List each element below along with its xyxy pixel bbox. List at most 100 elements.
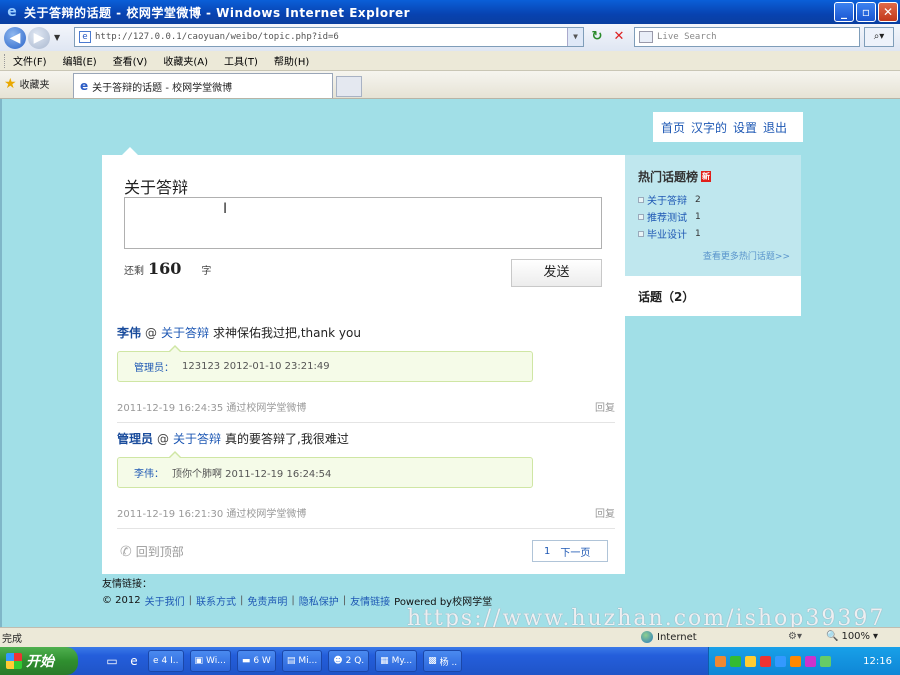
favorites-button[interactable]: ★ 收藏夹 [4, 76, 50, 92]
zoom-level: 100% [841, 631, 871, 642]
bullet-icon [638, 230, 644, 237]
protected-mode-icon[interactable]: ⚙▾ [788, 631, 802, 642]
tab-current[interactable]: e 关于答辩的话题 - 校网学堂微博 [73, 73, 333, 98]
minimize-button[interactable]: _ [834, 2, 854, 22]
post-timestamp: 2011-12-19 16:21:30 通过校网学堂微博 [117, 509, 307, 520]
reply-author[interactable]: 李伟： [134, 465, 164, 480]
ie-icon: e [153, 656, 159, 666]
zoom-control[interactable]: 🔍 100% ▾ [826, 631, 878, 642]
next-page-link[interactable]: 下一页 [560, 544, 590, 559]
start-button[interactable]: 开始 [0, 647, 78, 675]
tray-icon[interactable] [730, 655, 741, 667]
chat-icon: ▩ [428, 656, 437, 666]
hot-topic-item[interactable]: 毕业设计 1 [638, 226, 701, 241]
clock[interactable]: 12:16 [863, 656, 892, 667]
close-button[interactable]: ✕ [878, 2, 898, 22]
footer-link-disclaimer[interactable]: 免责声明 [247, 593, 287, 608]
address-url: http://127.0.0.1/caoyuan/weibo/topic.php… [95, 32, 339, 42]
tray-icon[interactable] [790, 655, 801, 667]
footer-link-about[interactable]: 关于我们 [145, 593, 185, 608]
post-author[interactable]: 管理员 [117, 430, 153, 447]
post-timestamp: 2011-12-19 16:24:35 通过校网学堂微博 [117, 403, 307, 414]
counter-suffix: 字 [201, 266, 212, 277]
tray-icon[interactable] [715, 655, 726, 667]
post-item: 李伟 @ 关于答辩 求神保佑我过把,thank you 管理员： 123123 2… [117, 324, 615, 414]
taskbar-button-office[interactable]: ▤ Mi... [281, 650, 323, 672]
window-titlebar[interactable]: e 关于答辩的话题 - 校网学堂微博 - Windows Internet Ex… [0, 0, 900, 24]
footer-link-contact[interactable]: 联系方式 [196, 593, 236, 608]
nav-home[interactable]: 首页 [661, 119, 685, 136]
pagination: 1 下一页 [532, 540, 608, 562]
nav-settings[interactable]: 设置 [733, 119, 757, 136]
tab-label: 关于答辩的话题 - 校网学堂微博 [92, 82, 233, 94]
reply-link[interactable]: 回复 [595, 399, 615, 414]
nav-username[interactable]: 汉字的 [691, 119, 727, 136]
post-topic-link[interactable]: 关于答辩 [173, 430, 221, 447]
address-field[interactable]: e http://127.0.0.1/caoyuan/weibo/topic.p… [74, 27, 584, 47]
bullet-icon [638, 196, 644, 203]
address-dropdown-icon[interactable]: ▼ [567, 28, 583, 46]
hot-topic-item[interactable]: 推荐测试 1 [638, 209, 701, 224]
footer-link-friends[interactable]: 友情链接 [350, 593, 390, 608]
reply-link[interactable]: 回复 [595, 505, 615, 520]
page-number[interactable]: 1 [544, 546, 550, 557]
maximize-button[interactable]: ▫ [856, 2, 876, 22]
menu-tools[interactable]: 工具(T) [224, 53, 258, 68]
tray-icon[interactable] [775, 655, 786, 667]
tray-icon[interactable] [820, 655, 831, 667]
back-button[interactable]: ◀ [4, 26, 26, 49]
post-text: 求神保佑我过把,thank you [213, 326, 361, 340]
compose-textarea[interactable]: I [124, 197, 602, 249]
footer-separator: | [188, 595, 193, 606]
send-button[interactable]: 发送 [511, 259, 602, 287]
show-desktop-icon[interactable]: ▭ [104, 653, 120, 669]
new-tab-button[interactable] [336, 76, 362, 97]
reply-box: 管理员： 123123 2012-01-10 23:21:49 [117, 345, 533, 382]
app-icon: ▦ [380, 656, 389, 666]
tray-icon[interactable] [805, 655, 816, 667]
tray-icon[interactable] [745, 655, 756, 667]
taskbar-button-folders[interactable]: ▬ 6 W [236, 650, 276, 672]
taskbar-button-ie[interactable]: e4 I.. [148, 650, 184, 672]
refresh-icon[interactable]: ↻ [589, 29, 605, 45]
nav-logout[interactable]: 退出 [763, 119, 787, 136]
reply-author[interactable]: 管理员： [134, 359, 174, 374]
menu-file[interactable]: 文件(F) [13, 53, 47, 68]
footer-link-privacy[interactable]: 隐私保护 [299, 593, 339, 608]
ie-quicklaunch-icon[interactable]: e [126, 653, 142, 669]
folder-icon: ▬ [241, 656, 251, 666]
hot-topic-item[interactable]: 关于答辩 2 [638, 192, 701, 207]
page-viewport: 首页 汉字的 设置 退出 关于答辩 I 还剩 160 字 发送 李伟 @ 关于答… [0, 99, 900, 627]
post-meta: 2011-12-19 16:21:30 通过校网学堂微博 回复 [117, 505, 615, 520]
taskbar-button-windows[interactable]: ▣ Wi... [189, 650, 231, 672]
taskbar-button-qq[interactable]: ☻ 2 Q. [328, 650, 370, 672]
post-at: @ [157, 432, 170, 446]
hot-topic-name: 推荐测试 [647, 213, 687, 224]
stop-icon[interactable]: ✕ [611, 29, 627, 45]
footer-separator: | [291, 595, 295, 606]
toolbar-grip [4, 53, 7, 68]
menu-edit[interactable]: 编辑(E) [63, 53, 97, 68]
more-hot-topics-link[interactable]: 查看更多热门话题>> [703, 249, 790, 262]
tray-icon[interactable] [760, 655, 771, 667]
taskbar-button-my[interactable]: ▦ My... [375, 650, 418, 672]
menu-view[interactable]: 查看(V) [113, 53, 148, 68]
forward-button[interactable]: ▶ [28, 26, 50, 49]
post-topic-link[interactable]: 关于答辩 [161, 324, 209, 341]
hot-topic-count: 1 [695, 228, 701, 239]
menu-favorites[interactable]: 收藏夹(A) [163, 53, 208, 68]
post-line: 管理员 @ 关于答辩 真的要答辩了,我很难过 [117, 430, 615, 447]
history-dropdown-icon[interactable]: ▼ [54, 33, 60, 42]
search-input[interactable]: Live Search [634, 27, 860, 47]
taskbar-button-chat[interactable]: ▩ 杨 .. [423, 650, 463, 672]
zoom-dropdown-icon: ▾ [873, 631, 879, 642]
post-author[interactable]: 李伟 [117, 324, 141, 341]
search-button[interactable]: ⌕▾ [864, 27, 894, 47]
menu-help[interactable]: 帮助(H) [274, 53, 309, 68]
hot-topics-panel: 热门话题榜 新 关于答辩 2 推荐测试 1 毕业设计 1 查看更多热门话题>> [625, 155, 801, 276]
post-divider [117, 528, 615, 529]
back-to-top-link[interactable]: ✆ 回到顶部 [120, 543, 184, 560]
qq-icon: ☻ [333, 656, 343, 666]
ie-logo-icon: e [7, 4, 17, 20]
post-text: 真的要答辩了,我很难过 [225, 432, 349, 446]
